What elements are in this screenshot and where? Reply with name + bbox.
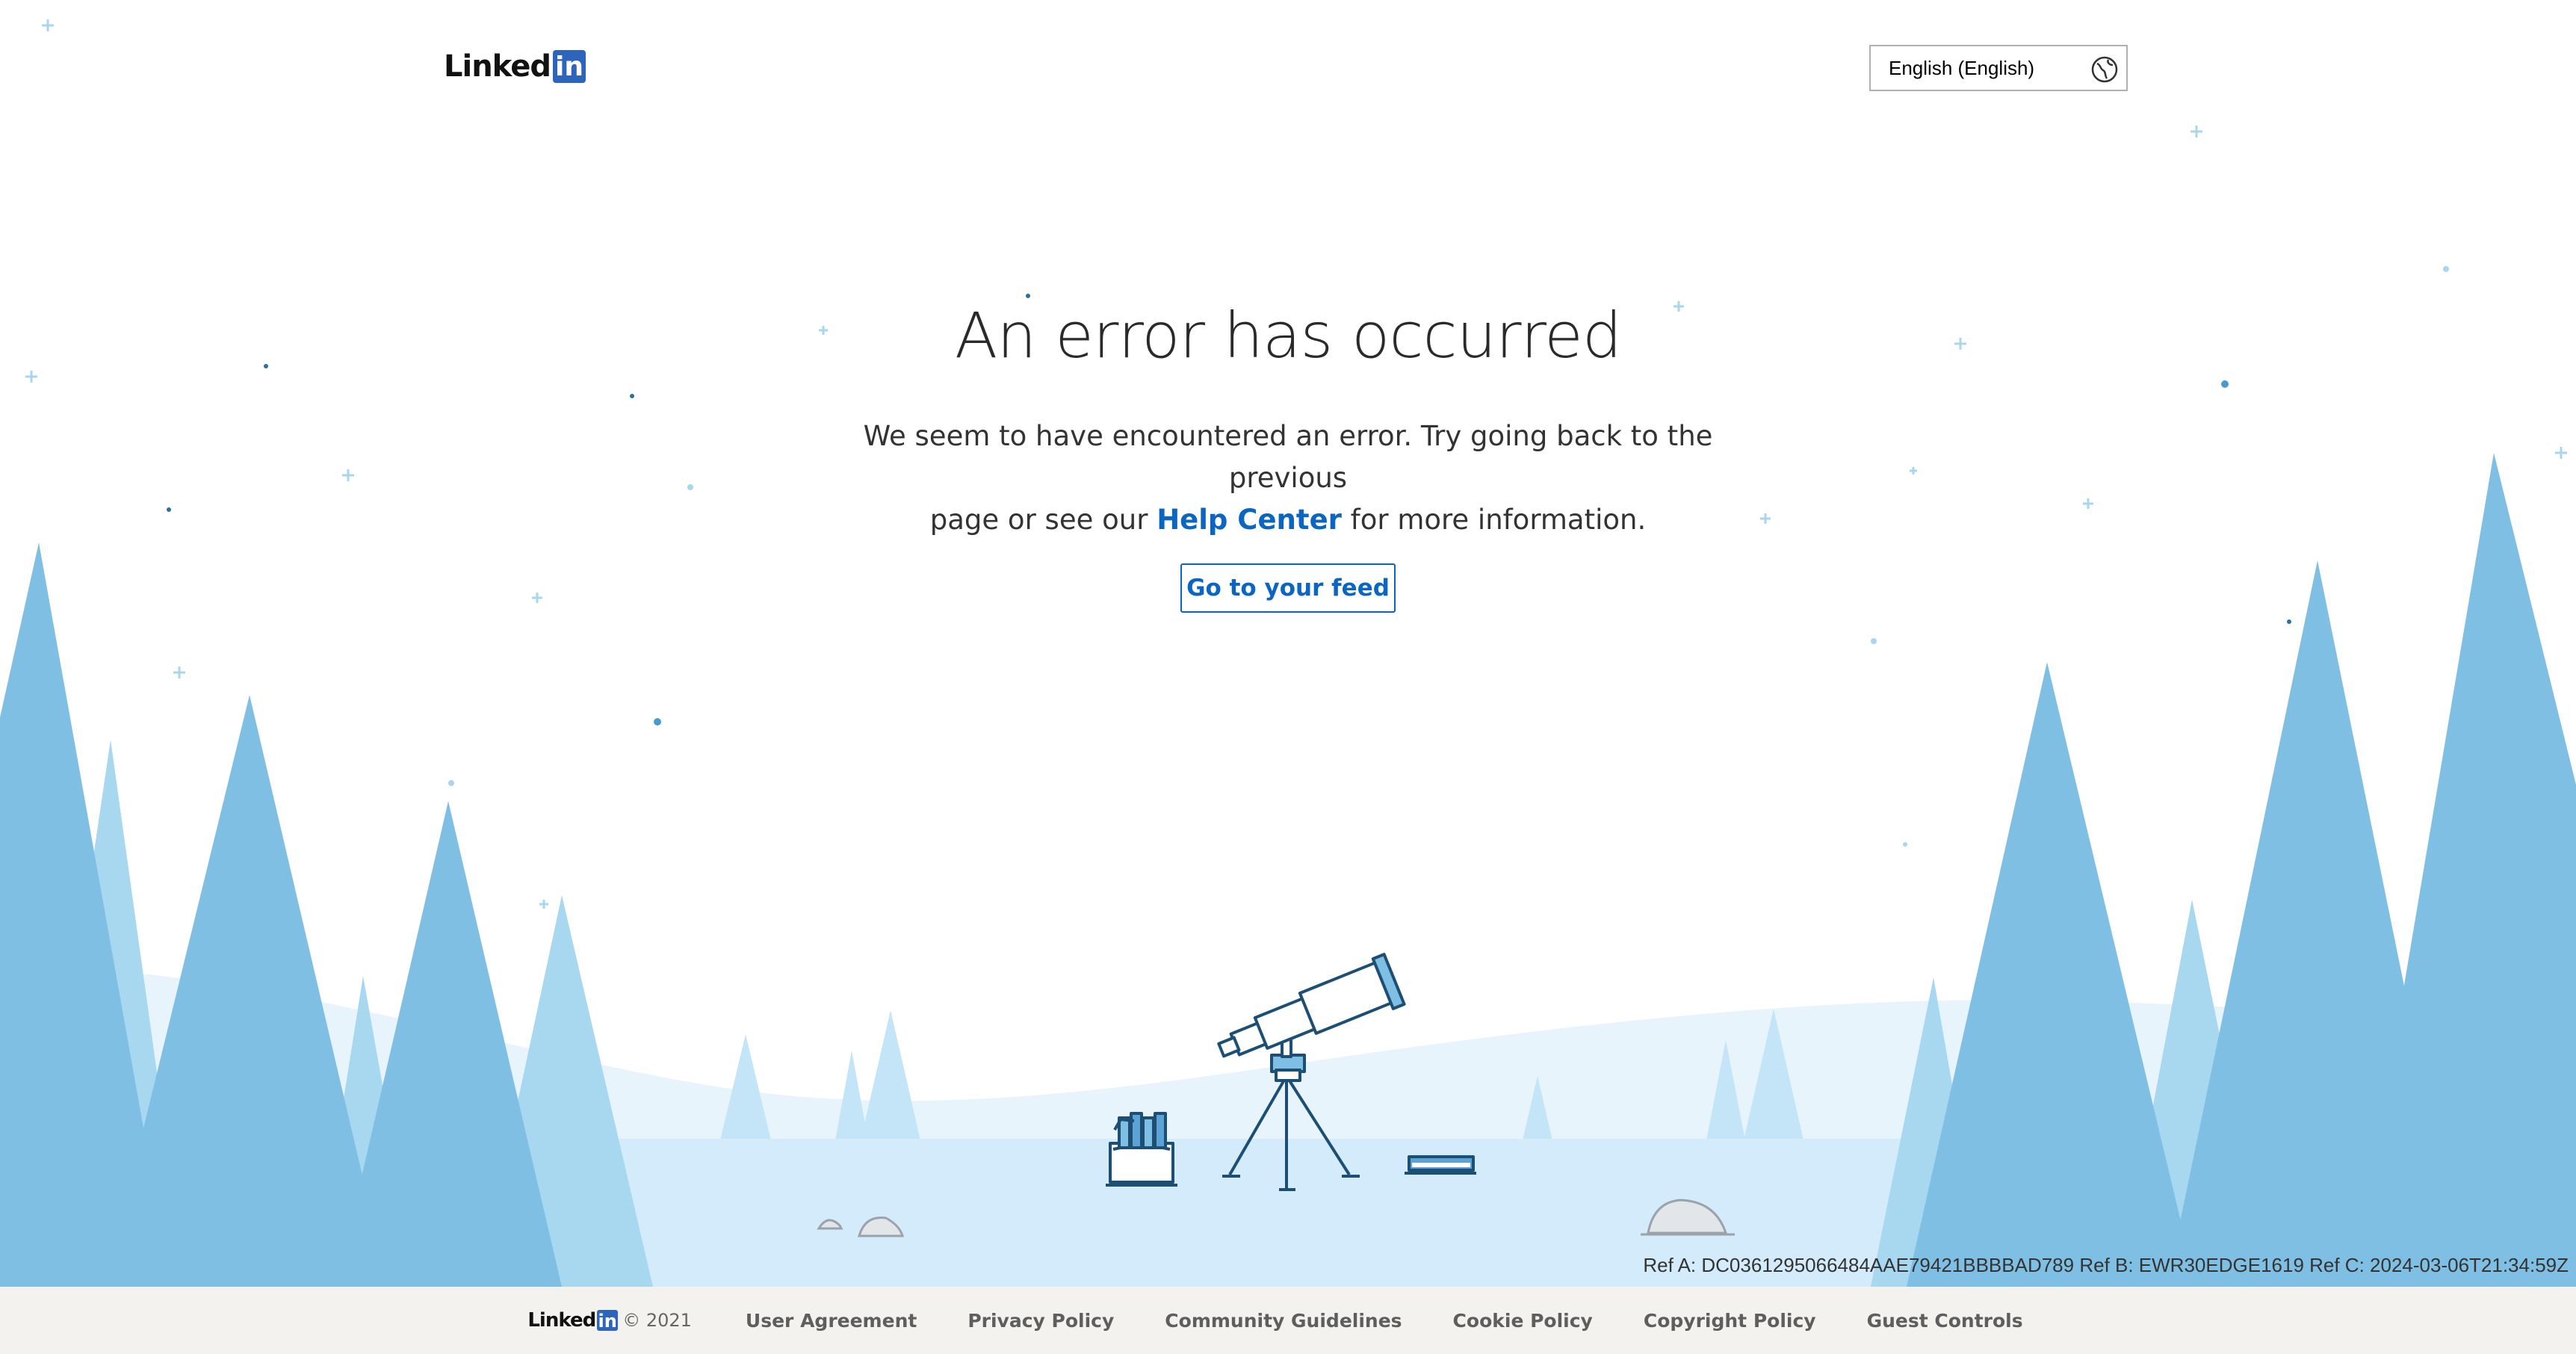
footer-link-privacy-policy[interactable]: Privacy Policy: [967, 1310, 1114, 1332]
footer-link-community-guidelines[interactable]: Community Guidelines: [1165, 1310, 1402, 1332]
background-illustration: [0, 19, 2576, 1287]
error-description: We seem to have encountered an error. Tr…: [840, 415, 1736, 541]
logo-wordmark: Linked: [444, 49, 551, 84]
description-line-2-end: for more information.: [1341, 504, 1647, 536]
language-select-value: English (English): [1889, 56, 2035, 79]
linkedin-logo[interactable]: Linked in: [444, 49, 586, 84]
footer-link-cookie-policy[interactable]: Cookie Policy: [1453, 1310, 1593, 1332]
logo-in-box: in: [552, 50, 586, 83]
footer: Linked in © 2021 User Agreement Privacy P…: [0, 1287, 2576, 1354]
description-line-2-start: page or see our: [929, 504, 1157, 536]
footer-logo-wordmark: Linked: [527, 1309, 596, 1332]
footer-link-copyright-policy[interactable]: Copyright Policy: [1644, 1310, 1816, 1332]
footer-linkedin-logo[interactable]: Linked in: [527, 1309, 619, 1332]
right-trees: [1871, 453, 2576, 1287]
page-title: An error has occurred: [954, 299, 1622, 372]
copyright: © 2021: [622, 1310, 692, 1331]
left-trees: [0, 542, 653, 1287]
footer-link-user-agreement[interactable]: User Agreement: [746, 1310, 917, 1332]
language-select[interactable]: English (English): [1869, 45, 2128, 91]
footer-logo-in-box: in: [597, 1310, 619, 1332]
go-to-feed-button[interactable]: Go to your feed: [1180, 563, 1396, 613]
reference-ids: Ref A: DC0361295066484AAE79421BBBBAD789 …: [1643, 1254, 2569, 1276]
footer-link-guest-controls[interactable]: Guest Controls: [1867, 1310, 2023, 1332]
globe-icon: [2091, 56, 2118, 83]
help-center-link[interactable]: Help Center: [1157, 504, 1342, 536]
description-line-1: We seem to have encountered an error. Tr…: [863, 420, 1713, 494]
